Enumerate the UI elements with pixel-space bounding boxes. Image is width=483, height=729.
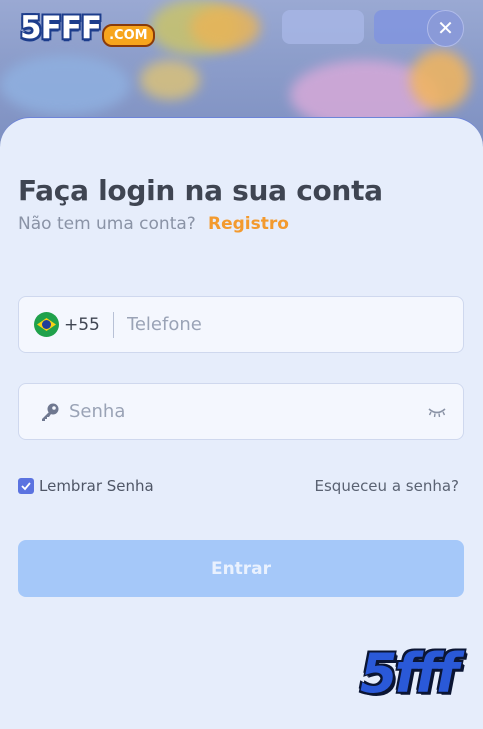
watermark-logo: 5fff: [360, 642, 459, 705]
password-field[interactable]: [18, 383, 464, 440]
brazil-flag-icon[interactable]: [34, 312, 59, 337]
background-blur-shape: [190, 5, 260, 50]
close-button[interactable]: ✕: [427, 10, 464, 47]
brand-logo-text: 5FFF: [20, 10, 102, 46]
phone-field[interactable]: +55: [18, 296, 464, 353]
key-icon: [39, 401, 61, 423]
password-input[interactable]: [69, 384, 427, 439]
forgot-password-link[interactable]: Esqueceu a senha?: [315, 477, 459, 495]
background-blur-shape: [410, 50, 470, 110]
background-nav-button: [282, 10, 364, 44]
background-blur-shape: [0, 55, 130, 115]
close-icon: ✕: [437, 18, 454, 40]
background-blur-shape: [140, 60, 200, 100]
remember-password-checkbox[interactable]: Lembrar Senha: [18, 477, 154, 495]
country-code[interactable]: +55: [64, 315, 100, 335]
login-button[interactable]: Entrar: [18, 540, 464, 597]
register-link[interactable]: Registro: [208, 214, 289, 234]
eye-closed-icon[interactable]: [427, 406, 447, 418]
remember-password-label[interactable]: Lembrar Senha: [39, 477, 154, 495]
brand-logo-suffix: .COM: [102, 23, 155, 47]
page-title: Faça login na sua conta: [18, 174, 383, 207]
field-divider: [112, 311, 114, 338]
phone-input[interactable]: [126, 297, 463, 352]
signup-prompt: Não tem uma conta?: [18, 214, 196, 234]
brand-logo[interactable]: 5FFF .COM: [20, 8, 155, 48]
checkbox-checked-icon[interactable]: [18, 478, 34, 494]
login-sheet: Faça login na sua conta Não tem uma cont…: [0, 117, 483, 729]
